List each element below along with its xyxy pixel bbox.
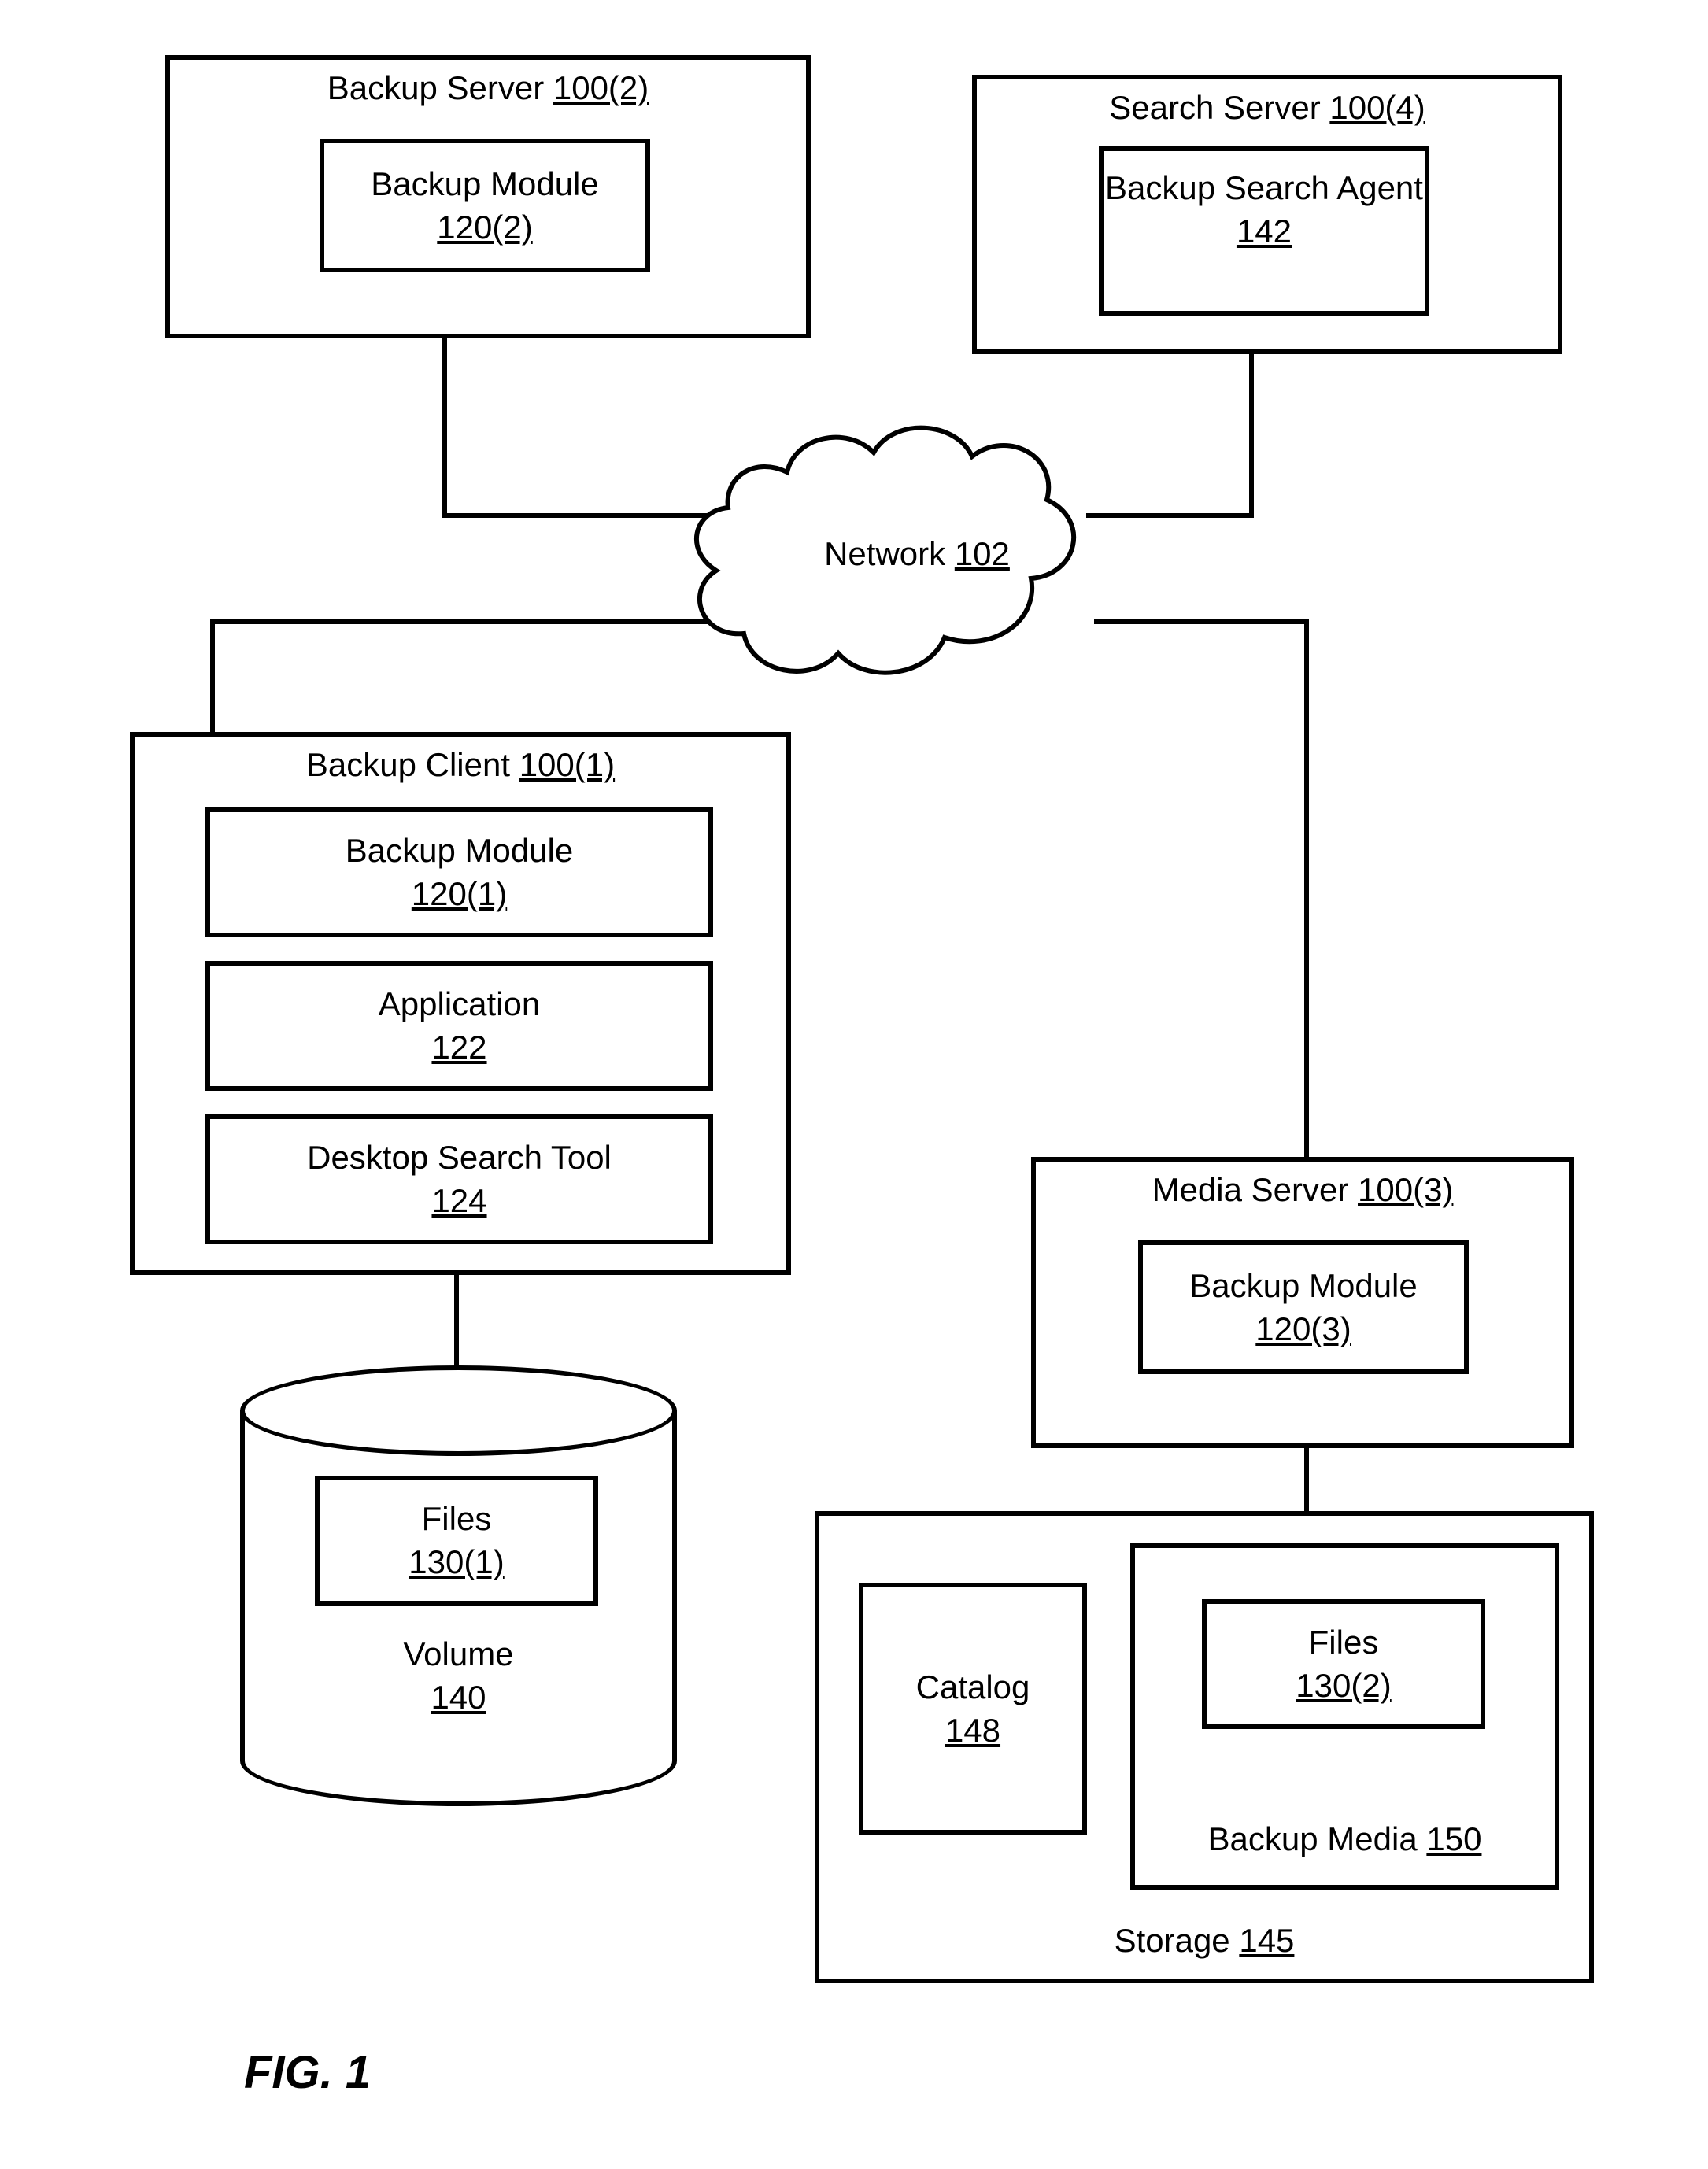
backup-client-box: Backup Client 100(1) Backup Module 120(1… [130, 732, 791, 1275]
backup-client-application: Application 122 [205, 961, 713, 1091]
volume-files: Files 130(1) [315, 1476, 598, 1606]
backup-media-files: Files 130(2) [1202, 1599, 1485, 1729]
media-server-title: Media Server 100(3) [1036, 1171, 1569, 1209]
search-server-title: Search Server 100(4) [977, 89, 1558, 127]
backup-server-module: Backup Module 120(2) [320, 139, 650, 272]
volume-cylinder: Files 130(1) Volume 140 [240, 1365, 677, 1806]
storage-label: Storage 145 [819, 1920, 1589, 1963]
backup-server-box: Backup Server 100(2) Backup Module 120(2… [165, 55, 811, 338]
backup-client-title: Backup Client 100(1) [135, 746, 786, 784]
catalog-box: Catalog 148 [859, 1583, 1087, 1835]
volume-label: Volume 140 [240, 1633, 677, 1719]
search-server-box: Search Server 100(4) Backup Search Agent… [972, 75, 1562, 354]
network-label: Network 102 [795, 535, 1039, 573]
backup-server-title: Backup Server 100(2) [170, 69, 806, 107]
media-server-module: Backup Module 120(3) [1138, 1240, 1469, 1374]
storage-box: Catalog 148 Files 130(2) Backup Media 15… [815, 1511, 1594, 1983]
backup-media-label: Backup Media 150 [1135, 1818, 1555, 1861]
backup-client-search-tool: Desktop Search Tool 124 [205, 1114, 713, 1244]
search-server-agent: Backup Search Agent 142 [1099, 146, 1429, 316]
backup-client-module: Backup Module 120(1) [205, 807, 713, 937]
media-server-box: Media Server 100(3) Backup Module 120(3) [1031, 1157, 1574, 1448]
backup-media-box: Files 130(2) Backup Media 150 [1130, 1543, 1559, 1890]
